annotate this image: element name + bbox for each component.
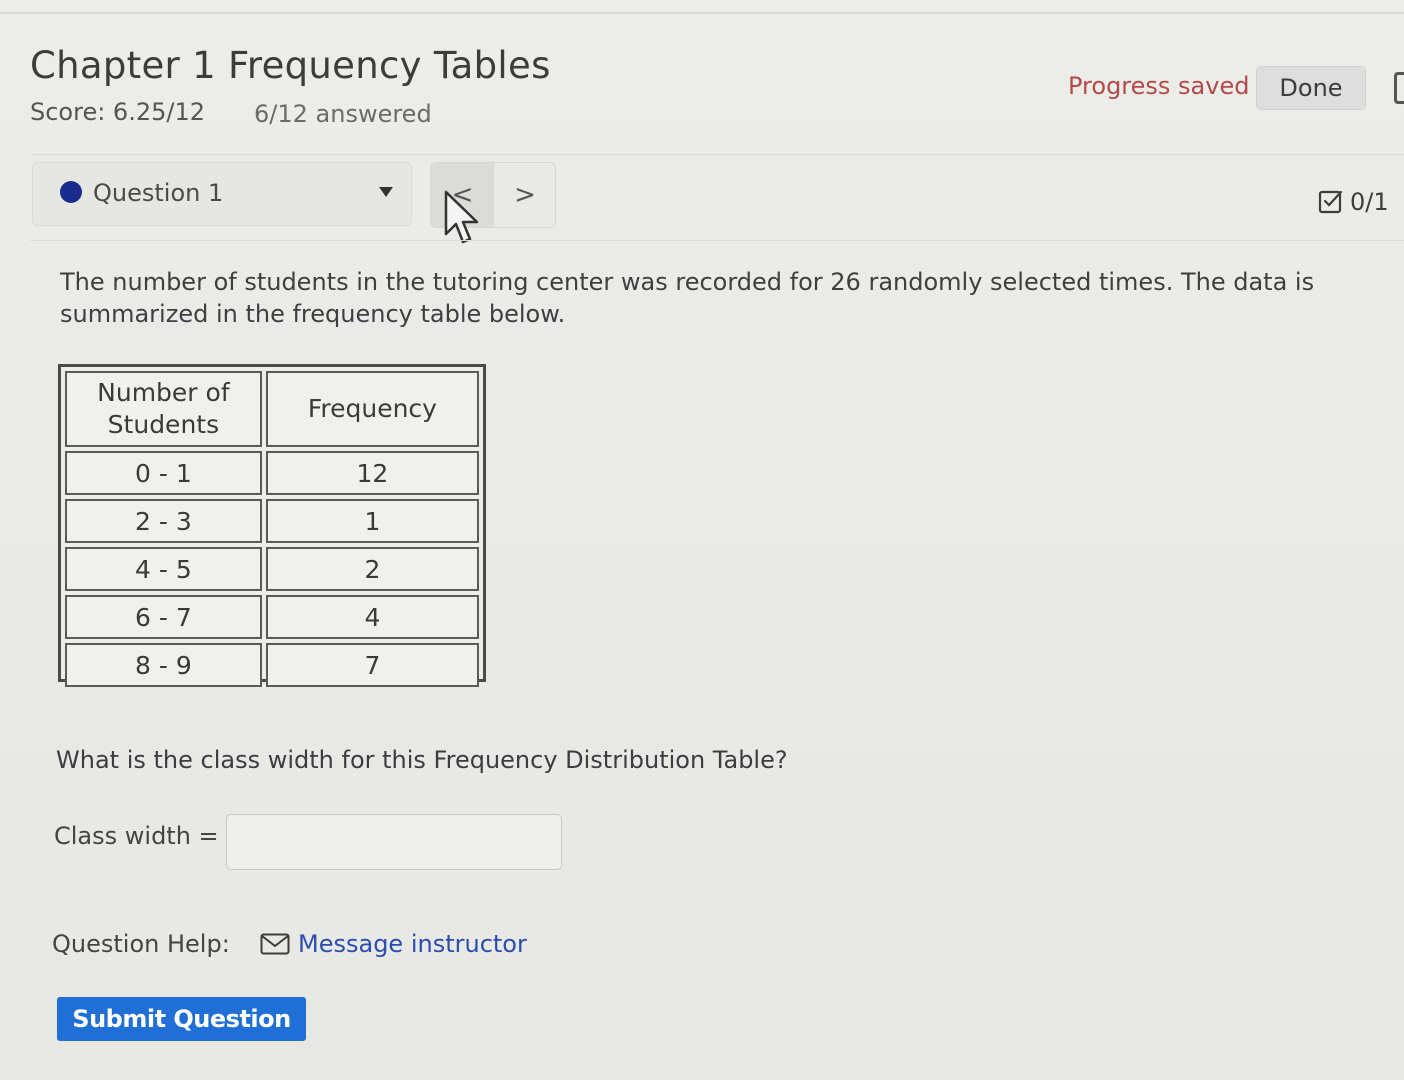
table-cell-frequency: 1 <box>265 499 479 543</box>
table-row: 6 - 7 4 <box>65 595 479 639</box>
message-instructor-link[interactable]: Message instructor <box>260 930 527 958</box>
submit-question-button[interactable]: Submit Question <box>57 997 306 1041</box>
progress-saved-status: Progress saved <box>1068 72 1250 100</box>
top-divider <box>0 12 1404 14</box>
message-instructor-label: Message instructor <box>298 930 527 958</box>
checkbox-icon <box>1318 190 1343 214</box>
table-row: 2 - 3 1 <box>65 499 479 543</box>
points-value: 0/1 <box>1350 188 1389 216</box>
table-cell-class: 8 - 9 <box>65 643 262 687</box>
table-cell-frequency: 12 <box>265 451 479 495</box>
chevron-right-icon: > <box>514 180 536 210</box>
question-dropdown[interactable]: Question 1 <box>32 162 412 226</box>
side-panel-toggle[interactable] <box>1394 72 1404 104</box>
table-cell-class: 6 - 7 <box>65 595 262 639</box>
table-cell-class: 4 - 5 <box>65 547 262 591</box>
table-cell-frequency: 2 <box>265 547 479 591</box>
question-divider <box>30 240 1404 241</box>
header-divider <box>30 154 1404 155</box>
table-cell-class: 0 - 1 <box>65 451 262 495</box>
done-button[interactable]: Done <box>1256 66 1366 110</box>
table-cell-frequency: 7 <box>265 643 479 687</box>
answered-count: 6/12 answered <box>254 100 432 128</box>
question-intro: The number of students in the tutoring c… <box>60 268 1315 328</box>
table-header-number-of-students: Number of Students <box>65 371 262 447</box>
caret-down-icon <box>379 187 393 197</box>
envelope-icon <box>260 933 290 955</box>
assignment-title: Chapter 1 Frequency Tables <box>30 44 551 87</box>
question-dropdown-label: Question 1 <box>93 179 224 207</box>
score-text: Score: 6.25/12 <box>30 98 205 126</box>
frequency-table: Number of Students Frequency 0 - 1 12 2 … <box>58 364 486 687</box>
class-width-label: Class width = <box>54 822 219 850</box>
question-status-dot-icon <box>60 181 82 203</box>
table-row: 0 - 1 12 <box>65 451 479 495</box>
table-cell-frequency: 4 <box>265 595 479 639</box>
next-question-button[interactable]: > <box>494 163 555 227</box>
question-points: 0/1 <box>1318 188 1389 216</box>
question-prompt: What is the class width for this Frequen… <box>56 746 788 774</box>
question-help-label: Question Help: <box>52 930 230 958</box>
table-cell-class: 2 - 3 <box>65 499 262 543</box>
mouse-pointer-icon <box>444 190 479 244</box>
table-row: 4 - 5 2 <box>65 547 479 591</box>
table-row: 8 - 9 7 <box>65 643 479 687</box>
page: Chapter 1 Frequency Tables Score: 6.25/1… <box>0 0 1404 1080</box>
table-header-frequency: Frequency <box>265 371 479 447</box>
class-width-input[interactable] <box>226 814 562 870</box>
